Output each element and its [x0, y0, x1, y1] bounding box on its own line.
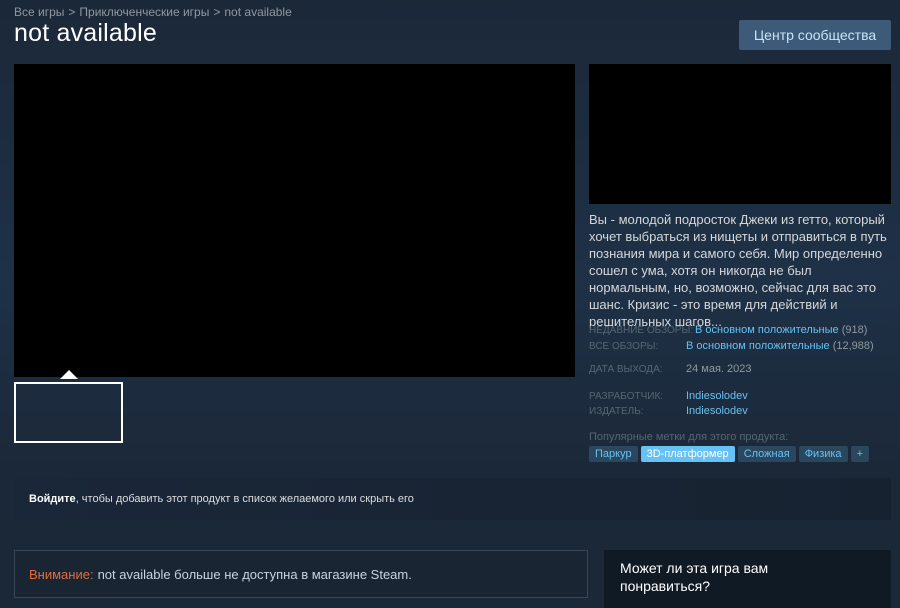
breadcrumb-current-game[interactable]: not available: [224, 5, 291, 19]
game-header-image: [589, 64, 891, 204]
tag-more-button[interactable]: +: [850, 446, 869, 462]
all-reviews-count: (12,988): [832, 340, 874, 352]
media-thumbnail[interactable]: [14, 382, 123, 443]
all-reviews-summary[interactable]: В основном положительные (12,988): [686, 340, 874, 352]
thumbnail-pointer-icon: [60, 370, 78, 379]
breadcrumb-separator: >: [213, 5, 221, 19]
popular-tags: Паркур 3D-платформер Сложная Физика +: [589, 446, 869, 462]
media-thumbnail-strip: [14, 370, 575, 449]
popular-tags-label: Популярные метки для этого продукта:: [589, 431, 789, 443]
tag-3d-platformer[interactable]: 3D-платформер: [640, 446, 735, 462]
wishlist-hint: , чтобы добавить этот продукт в список ж…: [75, 493, 414, 505]
breadcrumb-adventure-games[interactable]: Приключенческие игры: [79, 5, 209, 19]
wishlist-login-bar: Войдите, чтобы добавить этот продукт в с…: [14, 478, 891, 520]
tag-parkour[interactable]: Паркур: [589, 446, 638, 462]
page-title: not available: [14, 19, 157, 47]
breadcrumb: Все игры > Приключенческие игры > not availa…: [14, 5, 292, 19]
publisher-label: ИЗДАТЕЛЬ:: [589, 406, 644, 417]
release-date-row: ДАТА ВЫХОДА:: [589, 364, 663, 375]
community-hub-button[interactable]: Центр сообщества: [739, 20, 891, 50]
main-media-player[interactable]: [14, 64, 575, 377]
developer-label: РАЗРАБОТЧИК:: [589, 391, 664, 402]
recommendation-title: Может ли эта игра вам понравиться?: [620, 560, 769, 594]
tag-physics[interactable]: Физика: [798, 446, 848, 462]
all-reviews-row: ВСЕ ОБЗОРЫ:: [589, 341, 658, 352]
release-date-label: ДАТА ВЫХОДА:: [589, 364, 663, 375]
recent-reviews-summary[interactable]: В основном положительные (918): [695, 324, 867, 336]
breadcrumb-all-games[interactable]: Все игры: [14, 5, 64, 19]
login-link[interactable]: Войдите: [29, 493, 76, 505]
developer-link[interactable]: Indiesolodev: [686, 390, 748, 402]
recent-reviews-row: НЕДАВНИЕ ОБЗОРЫ:: [589, 325, 693, 336]
release-date-value: 24 мая. 2023: [686, 363, 752, 375]
all-reviews-value[interactable]: В основном положительные: [686, 340, 830, 352]
recent-reviews-count: (918): [841, 324, 868, 336]
recent-reviews-value[interactable]: В основном положительные: [695, 324, 839, 336]
unavailable-notice: Внимание: not available больше не доступ…: [14, 550, 588, 598]
recommendation-panel: Может ли эта игра вам понравиться?: [604, 550, 891, 608]
publisher-row: ИЗДАТЕЛЬ:: [589, 406, 644, 417]
game-description: Вы - молодой подросток Джеки из гетто, к…: [589, 212, 887, 329]
all-reviews-label: ВСЕ ОБЗОРЫ:: [589, 341, 659, 352]
notice-warning-label: Внимание:: [29, 566, 94, 582]
publisher-link[interactable]: Indiesolodev: [686, 405, 748, 417]
developer-row: РАЗРАБОТЧИК:: [589, 391, 663, 402]
tag-difficult[interactable]: Сложная: [737, 446, 796, 462]
breadcrumb-separator: >: [68, 5, 76, 19]
notice-text: not available больше не доступна в магаз…: [97, 566, 412, 582]
recent-reviews-label: НЕДАВНИЕ ОБЗОРЫ:: [589, 325, 694, 336]
